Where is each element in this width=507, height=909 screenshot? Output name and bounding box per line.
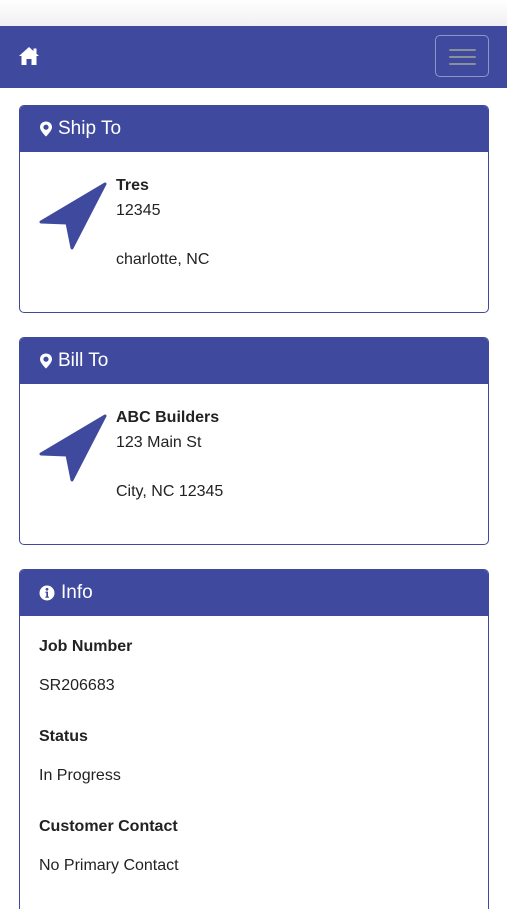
status-bar-area [0,0,507,26]
ship-to-address: Tres 12345 charlotte, NC [116,174,209,272]
ship-to-city-line: charlotte, NC [116,250,210,268]
hamburger-bar [449,49,476,51]
top-navbar [0,26,507,88]
bill-to-address: ABC Builders 123 Main St City, NC 12345 [116,406,223,504]
info-panel: Info Job Number SR206683 Status In Progr… [19,569,489,909]
map-marker-icon [39,121,53,137]
ship-to-name: Tres [116,177,149,194]
ship-to-heading: Ship To [20,106,488,152]
navigation-arrow-icon[interactable] [39,414,107,482]
ship-to-line2 [116,223,209,248]
ship-to-panel: Ship To Tres 12345 charlotte, NC [19,105,489,313]
bill-to-line1: 123 Main St [116,433,202,451]
customer-contact-value: No Primary Contact [39,857,179,874]
info-heading: Info [20,570,488,616]
job-number-label: Job Number [39,638,133,655]
info-circle-icon [39,585,55,601]
bill-to-heading: Bill To [20,338,488,384]
bill-to-body: ABC Builders 123 Main St City, NC 12345 [20,384,488,544]
status-label: Status [39,728,88,745]
navigation-arrow-icon[interactable] [39,182,107,250]
home-icon[interactable] [18,46,40,66]
ship-to-body: Tres 12345 charlotte, NC [20,152,488,312]
info-body: Job Number SR206683 Status In Progress C… [20,616,488,876]
ship-to-line1: 12345 [116,201,161,219]
job-number-value: SR206683 [39,677,115,694]
panel-title: Bill To [58,350,109,371]
panel-title: Ship To [58,118,122,139]
map-marker-icon [39,353,53,369]
hamburger-menu-button[interactable] [435,35,489,77]
bill-to-line2 [116,455,223,480]
customer-contact-label: Customer Contact [39,818,178,835]
hamburger-bar [449,63,476,65]
bill-to-name: ABC Builders [116,409,220,426]
bill-to-panel: Bill To ABC Builders 123 Main St City, N… [19,337,489,545]
hamburger-bar [449,56,476,58]
status-value: In Progress [39,767,121,784]
bill-to-city-line: City, NC 12345 [116,482,224,500]
panel-title: Info [61,582,93,603]
